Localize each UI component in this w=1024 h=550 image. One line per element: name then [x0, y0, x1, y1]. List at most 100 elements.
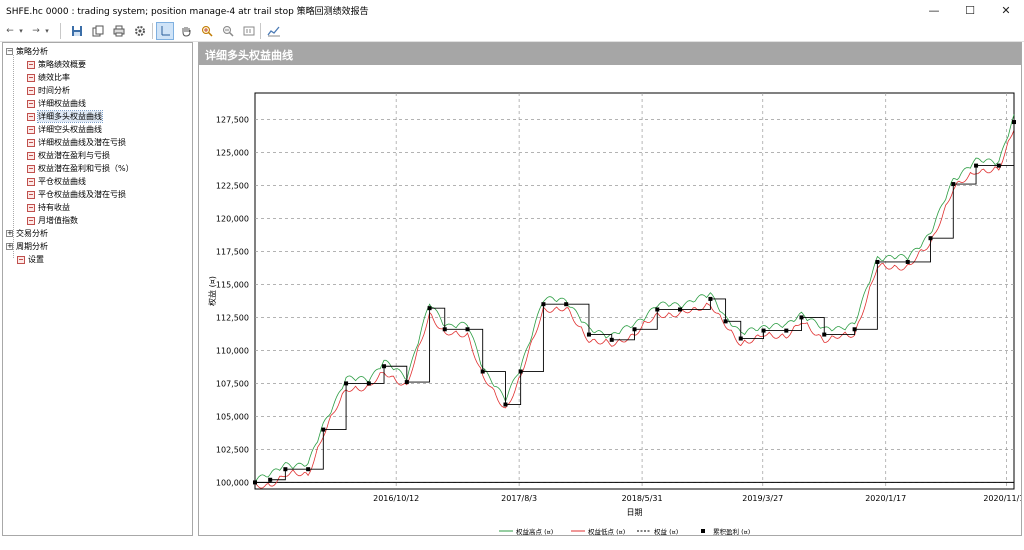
y-tick-label: 125,000: [216, 148, 249, 157]
y-tick-label: 122,500: [216, 181, 249, 190]
chart-page-icon: [27, 190, 35, 199]
copy-icon[interactable]: [89, 22, 107, 40]
x-tick-label: 2018/5/31: [622, 494, 663, 503]
window-title: SHFE.hc 0000 : trading system; position …: [6, 7, 369, 17]
x-tick-label: 2017/8/3: [501, 494, 537, 503]
cumulative-profit-marker: [586, 332, 591, 337]
tree-group-trade-analysis[interactable]: + 交易分析: [6, 227, 48, 240]
chart-page-icon: [27, 99, 35, 108]
tree-item[interactable]: 平仓权益曲线及潜在亏损: [27, 188, 126, 201]
chart-page-icon: [27, 151, 35, 160]
collapse-icon[interactable]: −: [6, 48, 13, 55]
cumulative-profit-marker: [905, 259, 910, 264]
cumulative-profit-marker: [306, 467, 311, 472]
x-tick-label: 2019/3/27: [742, 494, 783, 503]
cumulative-profit-marker: [465, 327, 470, 332]
close-button[interactable]: ✕: [988, 0, 1024, 20]
toolbar: ← ▾ → ▾: [0, 20, 1024, 42]
cumulative-profit-marker: [822, 332, 827, 337]
cumulative-profit-marker: [784, 328, 789, 333]
y-tick-label: 120,000: [216, 214, 249, 223]
report-page-icon: [27, 73, 35, 82]
legend-label: 权益 (¤): [654, 527, 678, 535]
tree-item[interactable]: 策略绩效概要: [27, 58, 86, 71]
hand-pan-icon[interactable]: [177, 22, 195, 40]
zoom-out-icon[interactable]: [219, 22, 237, 40]
cumulative-profit-marker: [974, 163, 979, 168]
print-icon[interactable]: [110, 22, 128, 40]
cumulative-profit-marker: [427, 306, 432, 311]
cumulative-profit-marker: [564, 302, 569, 307]
tree-item-settings[interactable]: 设置: [17, 253, 44, 266]
chart-page-icon: [27, 177, 35, 186]
legend-label: 累积盈利 (¤): [713, 527, 750, 535]
report-page-icon: [27, 60, 35, 69]
y-tick-label: 117,500: [216, 247, 249, 256]
y-tick-label: 115,000: [216, 280, 249, 289]
expand-icon[interactable]: +: [6, 230, 13, 237]
long-equity-chart[interactable]: 100,000 102,500 105,000 107,500 110,000 112,5…: [199, 43, 1021, 535]
cumulative-profit-marker: [708, 296, 713, 301]
chart-page-icon: [27, 203, 35, 212]
cumulative-profit-marker: [678, 307, 683, 312]
tree-item[interactable]: 时间分析: [27, 84, 70, 97]
minimize-button[interactable]: —: [916, 0, 952, 20]
toolbar-separator: [60, 23, 61, 39]
forward-dropdown-icon[interactable]: ▾: [42, 22, 52, 40]
settings-page-icon: [17, 255, 25, 264]
chart-page-icon: [27, 164, 35, 173]
cumulative-profit-marker: [1012, 120, 1016, 125]
tree-item[interactable]: 权益潜在盈利和亏损（%）: [27, 162, 134, 175]
maximize-button[interactable]: ☐: [952, 0, 988, 20]
tree-group-strategy-analysis[interactable]: − 策略分析: [6, 45, 48, 58]
cumulative-profit-marker: [344, 381, 349, 386]
zoom-box-icon[interactable]: [240, 22, 258, 40]
legend-label: 权益高点 (¤): [516, 527, 553, 535]
cumulative-profit-marker: [283, 467, 288, 472]
tree-item[interactable]: 详细空头权益曲线: [27, 123, 102, 136]
cumulative-profit-marker: [442, 327, 447, 332]
cumulative-profit-marker: [609, 337, 614, 342]
tree-item[interactable]: 月增值指数: [27, 214, 78, 227]
y-tick-label: 100,000: [216, 478, 249, 487]
chart-settings-icon[interactable]: [265, 22, 283, 40]
cumulative-profit-marker: [799, 315, 804, 320]
crosshair-cursor-icon[interactable]: [156, 22, 174, 40]
tree-item[interactable]: 持有收益: [27, 201, 70, 214]
chart-page-icon: [27, 112, 35, 121]
report-panel: 详细多头权益曲线 100,000 102,500 105,000 107,500 110…: [198, 42, 1022, 536]
back-dropdown-icon[interactable]: ▾: [16, 22, 26, 40]
tree-item[interactable]: 详细权益曲线: [27, 97, 86, 110]
report-page-icon: [27, 86, 35, 95]
cumulative-profit-marker: [480, 369, 485, 374]
tree-item[interactable]: 绩效比率: [27, 71, 70, 84]
y-tick-label: 112,500: [216, 313, 249, 322]
back-button[interactable]: ←: [4, 22, 16, 40]
tree-item[interactable]: 详细权益曲线及潜在亏损: [27, 136, 126, 149]
title-bar: SHFE.hc 0000 : trading system; position …: [0, 0, 1024, 20]
y-tick-label: 105,000: [216, 412, 249, 421]
legend-label: 权益低点 (¤): [588, 527, 625, 535]
y-tick-label: 107,500: [216, 379, 249, 388]
cumulative-profit-marker: [723, 319, 728, 324]
save-icon[interactable]: [68, 22, 86, 40]
cumulative-profit-marker: [366, 381, 371, 386]
cumulative-profit-marker: [852, 327, 857, 332]
cumulative-profit-marker: [321, 427, 326, 432]
cumulative-profit-marker: [503, 402, 508, 407]
tree-item[interactable]: 平仓权益曲线: [27, 175, 86, 188]
tree-item[interactable]: 权益潜在盈利与亏损: [27, 149, 110, 162]
y-tick-label: 127,500: [216, 115, 249, 124]
y-axis-label: 权益 (¤): [207, 276, 217, 306]
gear-icon[interactable]: [131, 22, 149, 40]
expand-icon[interactable]: +: [6, 243, 13, 250]
tree-group-period-analysis[interactable]: + 周期分析: [6, 240, 48, 253]
x-tick-label: 2020/11/18: [983, 494, 1021, 503]
legend-swatch-cumulative: [701, 529, 705, 533]
zoom-in-icon[interactable]: [198, 22, 216, 40]
cumulative-profit-marker: [404, 380, 409, 385]
cumulative-profit-marker: [541, 302, 546, 307]
chart-page-icon: [27, 125, 35, 134]
forward-button[interactable]: →: [30, 22, 42, 40]
tree-item-selected[interactable]: 详细多头权益曲线: [27, 110, 103, 123]
